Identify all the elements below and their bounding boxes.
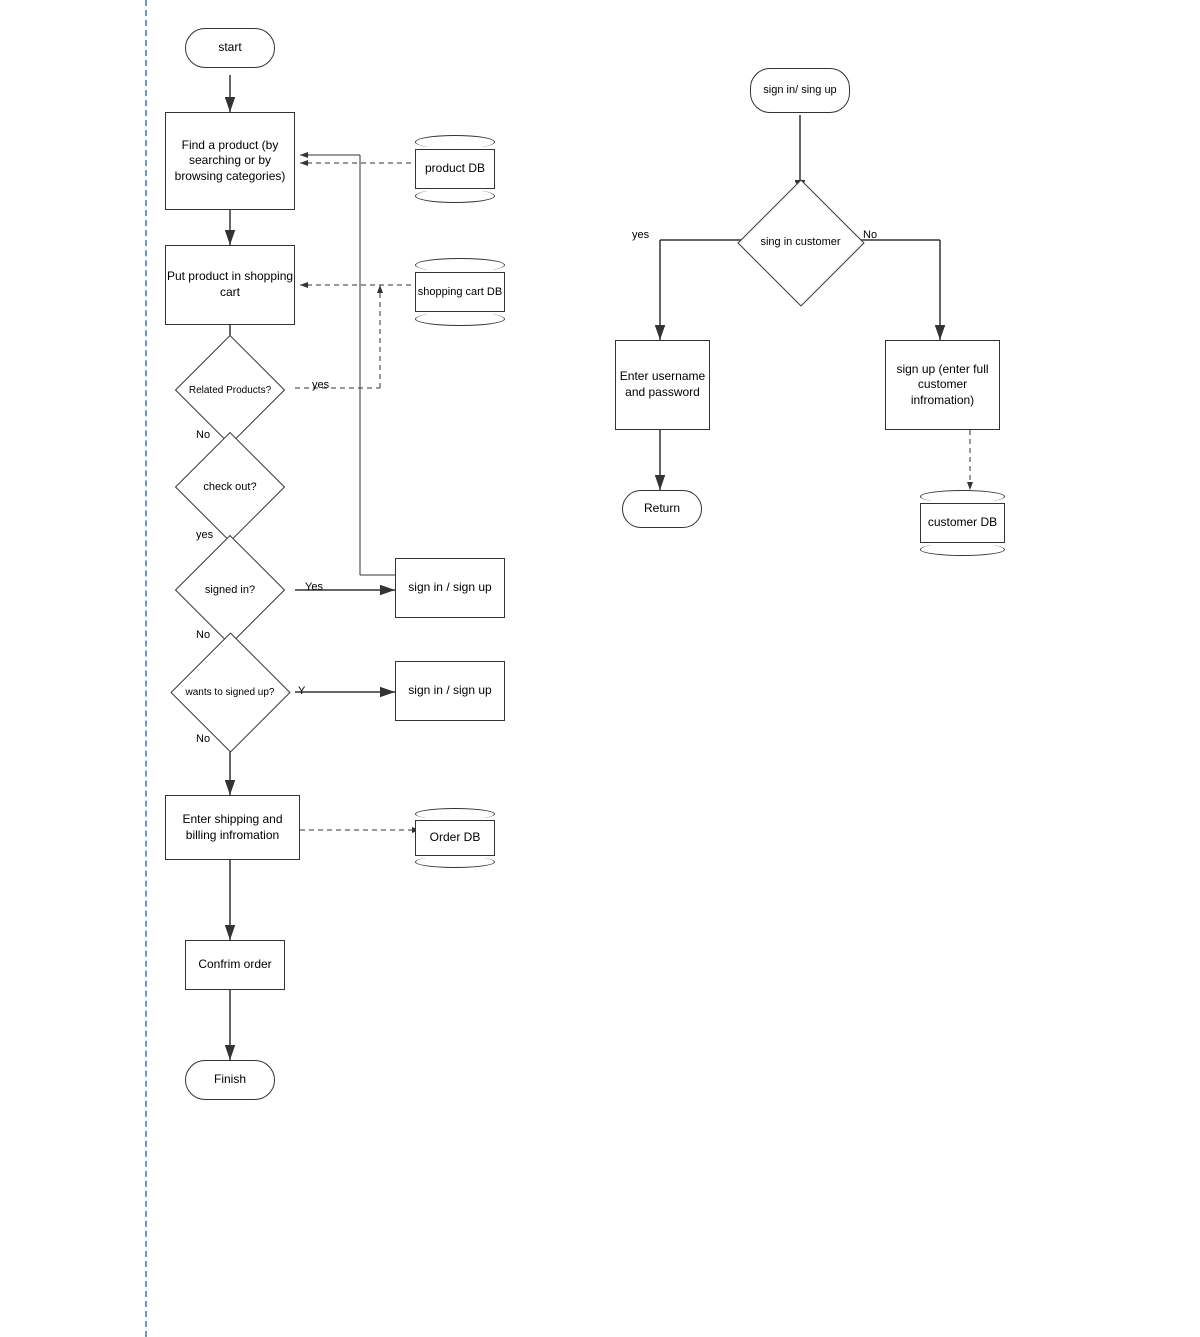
product-db: product DB <box>415 135 495 203</box>
customer-db: customer DB <box>920 490 1005 556</box>
yes-label-checkout: yes <box>196 528 213 542</box>
start-terminal: start <box>185 28 275 68</box>
sing-in-customer-diamond: sing in customer <box>748 190 853 295</box>
sign-up-full-box: sign up (enter full customer infromation… <box>885 340 1000 430</box>
diagram-container: start Find a product (by searching or by… <box>0 0 1200 1337</box>
yes-label-sing-in: yes <box>632 228 649 242</box>
wants-signed-up-diamond: wants to signed up? <box>170 655 290 730</box>
put-in-cart-box: Put product in shopping cart <box>165 245 295 325</box>
confirm-order-box: Confrim order <box>185 940 285 990</box>
y-label-wants: Y <box>298 684 305 698</box>
no-label-wants: No <box>196 732 210 746</box>
shopping-cart-db: shopping cart DB <box>415 258 505 326</box>
finish-terminal: Finish <box>185 1060 275 1100</box>
enter-username-box: Enter username and password <box>615 340 710 430</box>
yes-label-signed-in: Yes <box>305 580 323 594</box>
find-product-box: Find a product (by searching or by brows… <box>165 112 295 210</box>
sign-in-up-box-2: sign in / sign up <box>395 661 505 721</box>
no-label-signed-in: No <box>196 628 210 642</box>
checkout-diamond: check out? <box>175 452 285 522</box>
dashed-border <box>145 0 147 1337</box>
no-label-related: No <box>196 428 210 442</box>
sign-in-up-box-1: sign in / sign up <box>395 558 505 618</box>
order-db: Order DB <box>415 808 495 868</box>
related-products-diamond: Related Products? <box>175 355 285 425</box>
return-terminal: Return <box>622 490 702 528</box>
enter-shipping-box: Enter shipping and billing infromation <box>165 795 300 860</box>
signed-in-diamond: signed in? <box>175 555 285 625</box>
no-label-sing-in: No <box>863 228 877 242</box>
yes-label-related: yes <box>312 378 329 392</box>
sign-in-top-terminal: sign in/ sing up <box>750 68 850 113</box>
